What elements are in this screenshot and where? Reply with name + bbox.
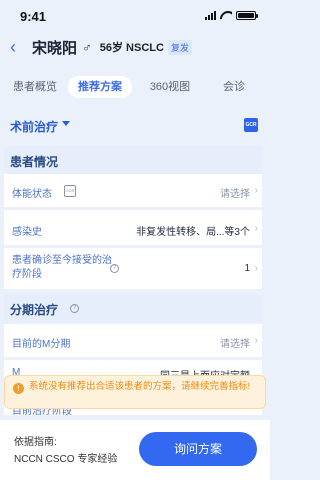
tab-recommended-plan[interactable]: 推荐方案 [68, 76, 132, 98]
status-icons [205, 11, 258, 20]
treatment-stage-title[interactable]: 术前治疗 [10, 118, 58, 135]
treatment-stage-selector[interactable]: 术前治疗 GCR [0, 112, 270, 136]
chevron-right-icon: › [254, 335, 258, 346]
row-value: 非复发性转移、局...等3个 [136, 227, 250, 238]
warning-icon: ! [13, 383, 24, 394]
status-time: 9:41 [20, 9, 47, 24]
warning-toast: ! 系统没有推荐出合适该患者的方案，请继续完善指标! [4, 375, 266, 409]
tab-patient-overview[interactable]: 患者概览 [6, 76, 64, 98]
row-label: 感染史 [12, 227, 42, 238]
patient-header: ‹ 宋晓阳 ♂ 56岁 NSCLC 复发 [0, 34, 270, 60]
group-title: 分期治疗 [10, 303, 59, 317]
tab-consultation[interactable]: 会诊 [216, 76, 252, 98]
row-value: 1 [244, 263, 250, 274]
help-icon[interactable]: ? [110, 264, 119, 273]
gcr-icon[interactable]: GCR [64, 185, 76, 197]
row-label: 体能状态 [12, 189, 52, 200]
bottom-action-bar: 依据指南: NCCN CSCO 专家经验 询问方案 [0, 420, 270, 480]
row-infection-history[interactable]: 感染史 非复发性转移、局...等3个 › [4, 210, 262, 246]
gender-icon: ♂ [82, 39, 92, 55]
recurrence-badge: 复发 [167, 39, 192, 55]
chevron-right-icon: › [254, 263, 258, 274]
cellular-signal-icon [205, 11, 216, 20]
chevron-right-icon: › [254, 185, 258, 196]
row-current-m-stage[interactable]: 目前的M分期 请选择 › [4, 324, 262, 358]
chevron-right-icon: › [254, 223, 258, 234]
help-icon[interactable]: ? [70, 304, 79, 313]
group-patient-condition: 患者情况 [4, 146, 262, 174]
row-value: 请选择 [220, 189, 250, 200]
group-title: 患者情况 [10, 155, 59, 169]
guideline-basis-value: NCCN CSCO 专家经验 [14, 454, 118, 465]
patient-meta: 56岁 NSCLC [99, 42, 164, 54]
row-treatment-stage-since-diagnosis[interactable]: 患者确诊至今接受的治疗阶段 ? 1 › [4, 248, 262, 290]
row-label: 目前的M分期 [12, 339, 71, 350]
row-label: 患者确诊至今接受的治疗阶段 [12, 255, 112, 280]
back-chevron-icon[interactable]: ‹ [10, 38, 30, 56]
ask-plan-button[interactable]: 询问方案 [139, 432, 257, 466]
status-bar: 9:41 [0, 0, 270, 34]
guideline-basis-label: 依据指南: [14, 437, 57, 448]
caret-down-icon[interactable] [62, 121, 70, 126]
row-value: 请选择 [220, 339, 250, 350]
gcr-icon[interactable]: GCR [244, 118, 258, 132]
toast-message: 系统没有推荐出合适该患者的方案，请继续完善指标! [29, 381, 251, 392]
tab-bar: 患者概览 推荐方案 360视图 会诊 [0, 76, 270, 98]
group-staging-treatment: 分期治疗 ? [4, 294, 262, 322]
row-performance-status[interactable]: 体能状态 GCR 请选择 › [4, 174, 262, 208]
battery-icon [236, 11, 258, 20]
patient-name: 宋晓阳 [32, 39, 78, 57]
tab-360-view[interactable]: 360视图 [144, 76, 196, 98]
wifi-icon [220, 11, 232, 20]
